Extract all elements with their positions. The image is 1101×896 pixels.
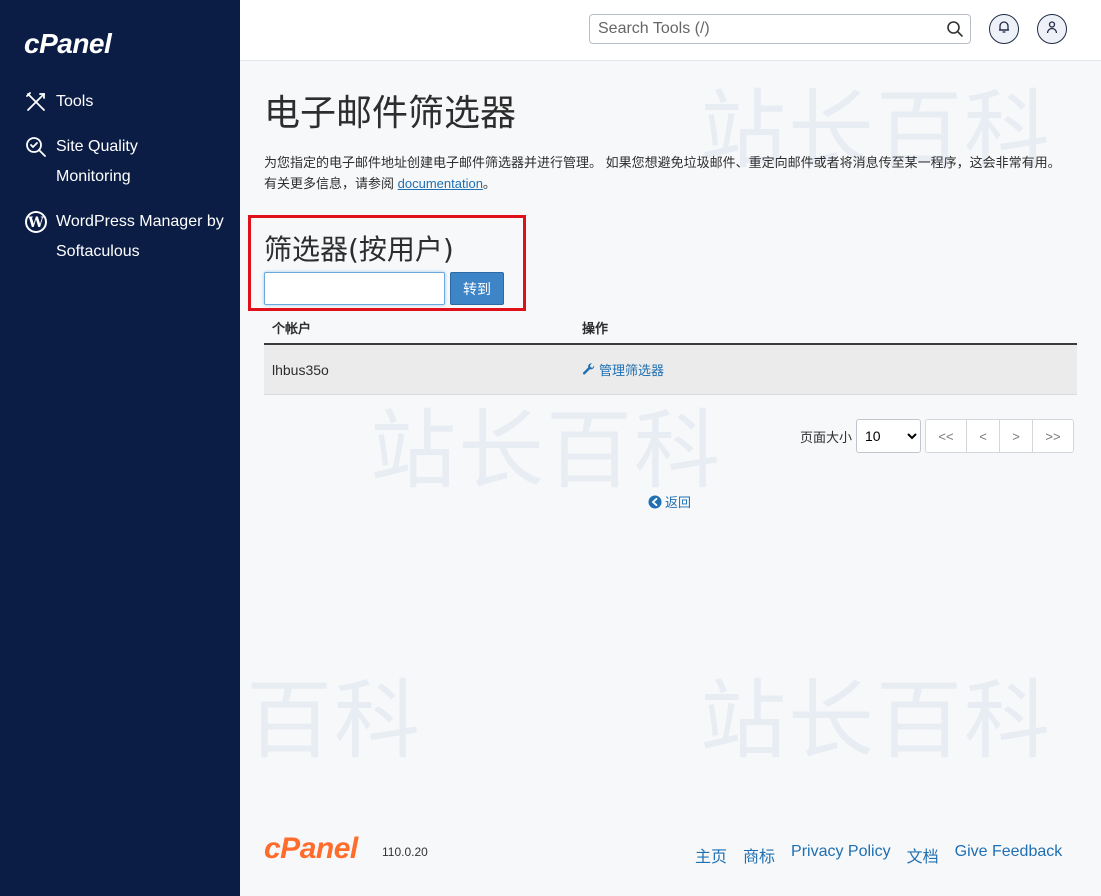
sidebar-item-site-quality[interactable]: Site Quality Monitoring: [24, 135, 224, 192]
manage-filters-link[interactable]: 管理筛选器: [582, 360, 1077, 379]
sidebar-nav: Tools Site Quality Monitoring W WordPres…: [24, 90, 224, 285]
page-description: 为您指定的电子邮件地址创建电子邮件筛选器并进行管理。 如果您想避免垃圾邮件、重定…: [264, 152, 1076, 194]
top-header: [240, 0, 1101, 61]
user-menu-button[interactable]: [1037, 14, 1067, 44]
footer-link-give-feedback[interactable]: Give Feedback: [955, 843, 1063, 867]
column-header-actions: 操作: [582, 321, 609, 336]
footer-links: 主页 商标 Privacy Policy 文档 Give Feedback: [695, 843, 1062, 867]
account-cell: lhbus35o: [272, 361, 329, 378]
manage-filters-label: 管理筛选器: [599, 363, 665, 378]
search-input[interactable]: [590, 15, 936, 43]
watermark: 站长百科: [700, 671, 1052, 771]
user-icon: [1045, 20, 1059, 39]
site-quality-icon: [24, 135, 48, 159]
tools-icon: [24, 90, 48, 114]
last-page-button[interactable]: >>: [1033, 420, 1074, 452]
footer-cpanel-logo: cPanel: [264, 832, 358, 865]
back-label: 返回: [665, 495, 692, 510]
pagination: 页面大小 10 << < > >>: [800, 419, 1075, 453]
search-icon[interactable]: [946, 20, 964, 38]
version-text: 110.0.20: [382, 845, 428, 859]
section-title: 筛选器(按用户): [264, 233, 454, 266]
search-box[interactable]: [589, 14, 971, 44]
table-header: 个帐户 操作: [264, 312, 1077, 345]
prev-page-button[interactable]: <: [967, 420, 1001, 452]
footer-link-docs[interactable]: 文档: [907, 843, 939, 867]
page-size-select[interactable]: 10: [856, 419, 922, 453]
description-suffix: 。: [482, 176, 496, 191]
go-button[interactable]: 转到: [450, 272, 504, 305]
first-page-button[interactable]: <<: [926, 420, 968, 452]
column-header-account[interactable]: 个帐户: [264, 318, 582, 337]
sidebar-item-label: WordPress Manager by Softaculous: [56, 213, 224, 260]
sidebar-item-tools[interactable]: Tools: [24, 90, 224, 117]
bell-icon: [997, 20, 1011, 39]
footer-link-privacy-policy[interactable]: Privacy Policy: [791, 843, 891, 867]
notifications-button[interactable]: [989, 14, 1019, 44]
next-page-button[interactable]: >: [1000, 420, 1034, 452]
watermark: 站长百科: [370, 401, 722, 501]
footer-link-home[interactable]: 主页: [695, 843, 727, 867]
sidebar-item-label: Site Quality Monitoring: [56, 138, 138, 185]
documentation-link[interactable]: documentation: [398, 176, 483, 191]
footer-link-trademarks[interactable]: 商标: [743, 843, 775, 867]
wordpress-icon: W: [24, 210, 48, 234]
accounts-table: 个帐户 操作 lhbus35o 管理筛选器: [264, 312, 1077, 395]
wrench-icon: [582, 363, 595, 376]
table-row: lhbus35o 管理筛选器: [264, 345, 1077, 395]
svg-text:W: W: [27, 215, 44, 231]
sidebar-item-wordpress[interactable]: W WordPress Manager by Softaculous: [24, 210, 224, 267]
page-size-label: 页面大小: [800, 429, 853, 445]
pagination-buttons: << < > >>: [925, 419, 1075, 453]
sidebar: cPanel Tools Site Quality Monitoring W W…: [0, 0, 240, 896]
sidebar-item-label: Tools: [56, 93, 94, 110]
filter-user-input[interactable]: [264, 272, 445, 305]
page-title: 电子邮件筛选器: [264, 93, 517, 134]
back-link[interactable]: 返回: [648, 492, 691, 511]
description-text: 为您指定的电子邮件地址创建电子邮件筛选器并进行管理。 如果您想避免垃圾邮件、重定…: [264, 155, 1061, 191]
cpanel-logo[interactable]: cPanel: [24, 28, 112, 60]
action-cell: 管理筛选器: [582, 360, 1077, 379]
arrow-left-circle-icon: [648, 495, 662, 509]
